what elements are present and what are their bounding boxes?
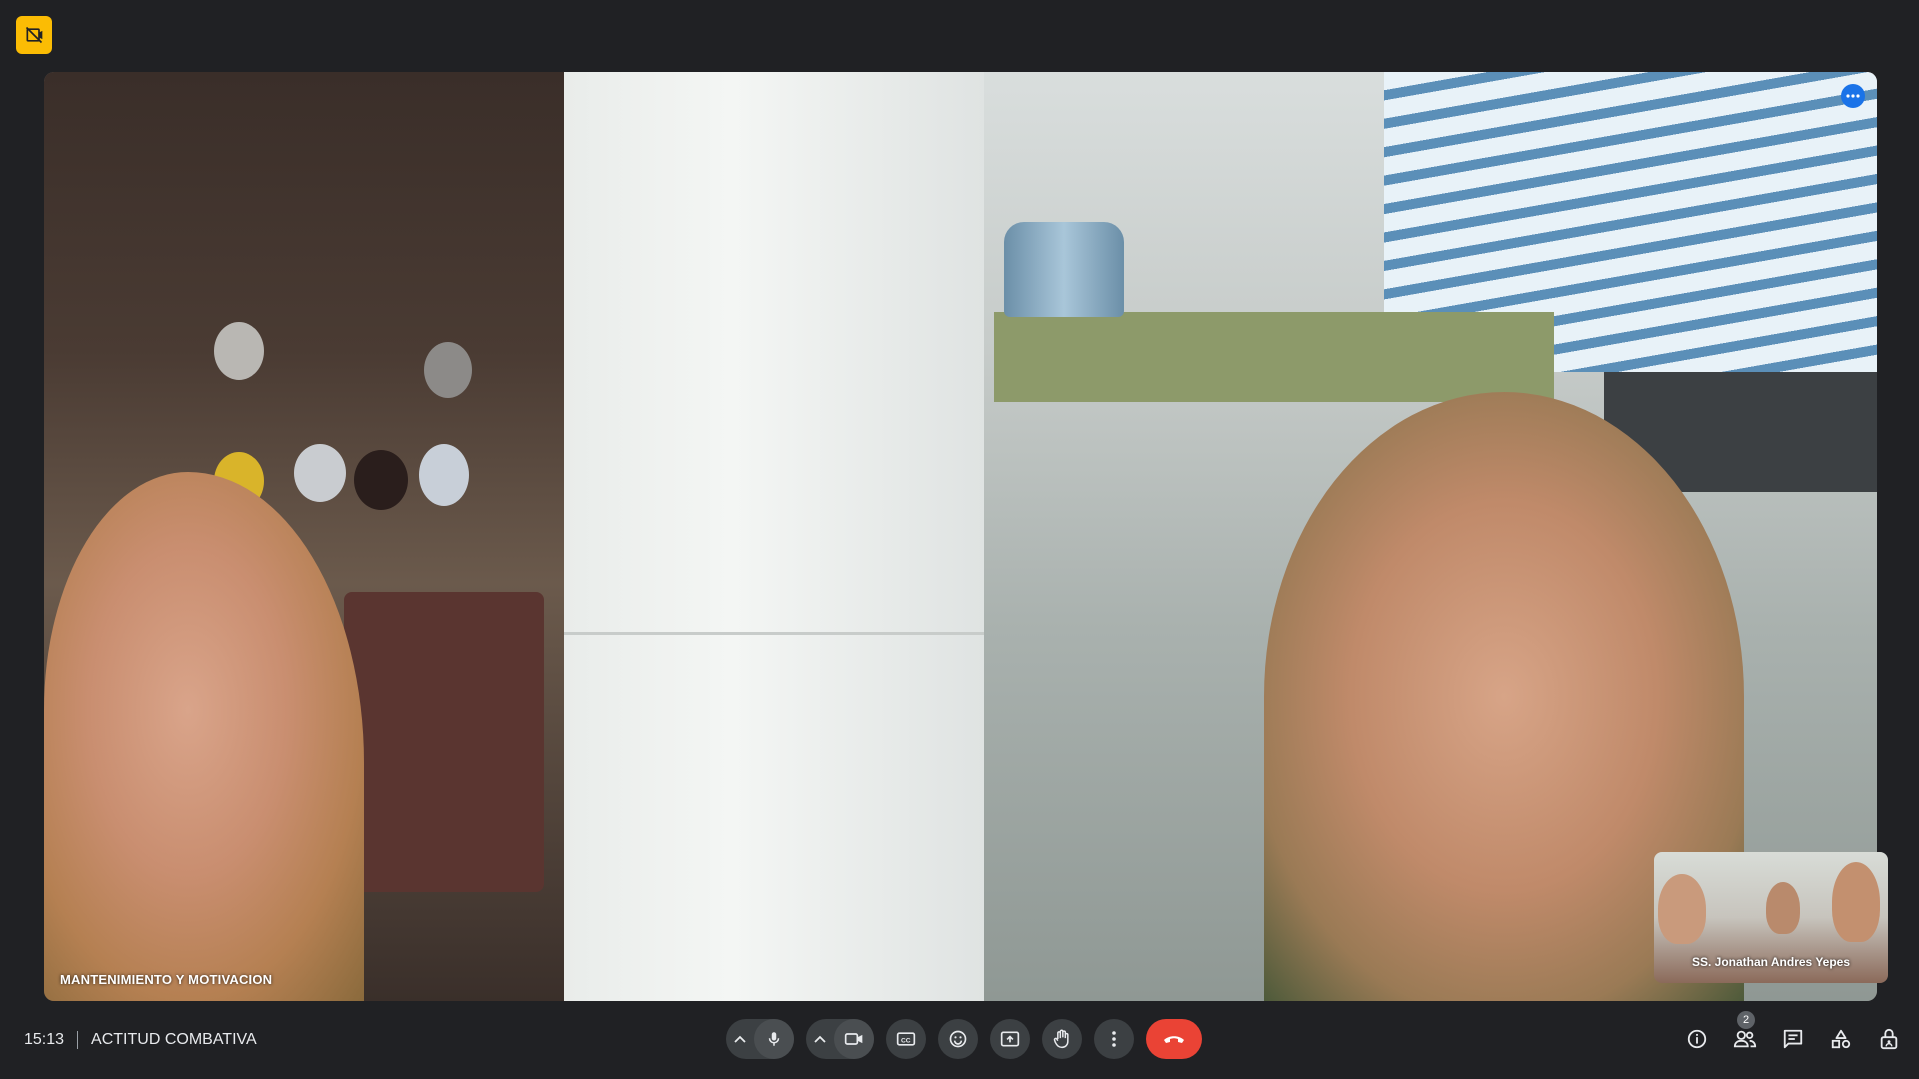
main-participant-name: MANTENIMIENTO Y MOTIVACION — [60, 972, 273, 987]
video-cubicle-panel — [994, 312, 1554, 402]
camera-control-group — [806, 1019, 874, 1059]
self-view-name: SS. Jonathan Andres Yepes — [1691, 955, 1851, 969]
more-options-icon — [1846, 94, 1860, 98]
svg-text:CC: CC — [901, 1037, 911, 1044]
call-controls: CC — [726, 1019, 1202, 1059]
chevron-up-icon — [734, 1035, 746, 1043]
pillar-seam — [564, 632, 984, 635]
more-vert-icon — [1112, 1031, 1116, 1047]
participant-count-badge: 2 — [1737, 1011, 1755, 1029]
meeting-title: ACTITUD COMBATIVA — [91, 1031, 257, 1048]
captions-icon: CC — [896, 1031, 916, 1047]
activities-icon — [1830, 1028, 1852, 1050]
video-balloon — [419, 444, 469, 506]
pip-face — [1658, 874, 1706, 944]
recording-indicator[interactable] — [16, 16, 52, 54]
divider — [77, 1031, 79, 1049]
mic-control-group — [726, 1019, 794, 1059]
microphone-button[interactable] — [754, 1019, 794, 1059]
info-icon — [1686, 1028, 1708, 1050]
emoji-reaction-button[interactable] — [938, 1019, 978, 1059]
present-screen-icon — [1000, 1030, 1020, 1048]
chevron-up-icon — [814, 1035, 826, 1043]
video-background-pillar — [564, 72, 984, 1001]
raise-hand-button[interactable] — [1042, 1019, 1082, 1059]
tile-more-options-button[interactable] — [1841, 84, 1865, 108]
video-balloon — [424, 342, 472, 398]
present-screen-button[interactable] — [990, 1019, 1030, 1059]
recording-off-icon — [24, 25, 44, 45]
emoji-icon — [948, 1029, 968, 1049]
more-options-button[interactable] — [1094, 1019, 1134, 1059]
chat-button[interactable] — [1769, 1015, 1817, 1063]
chat-icon — [1782, 1028, 1804, 1050]
bottom-toolbar: 15:13 ACTITUD COMBATIVA CC 2 — [0, 1001, 1919, 1079]
raise-hand-icon — [1052, 1028, 1072, 1050]
leave-call-button[interactable] — [1146, 1019, 1202, 1059]
video-balloon — [214, 322, 264, 380]
people-button[interactable]: 2 — [1721, 1011, 1769, 1063]
host-controls-icon — [1878, 1027, 1900, 1051]
activities-button[interactable] — [1817, 1015, 1865, 1063]
host-controls-button[interactable] — [1865, 1015, 1913, 1063]
video-balloon — [294, 444, 346, 502]
meeting-time: 15:13 — [24, 1031, 65, 1048]
meeting-info: 15:13 ACTITUD COMBATIVA — [24, 1031, 257, 1049]
self-view-tile[interactable]: SS. Jonathan Andres Yepes — [1654, 852, 1888, 983]
hang-up-icon — [1162, 1033, 1186, 1045]
camera-icon — [844, 1031, 864, 1047]
camera-button[interactable] — [834, 1019, 874, 1059]
video-balloon — [354, 450, 408, 510]
captions-button[interactable]: CC — [886, 1019, 926, 1059]
video-settings-button[interactable] — [806, 1019, 834, 1059]
meeting-details-button[interactable] — [1673, 1015, 1721, 1063]
people-icon — [1733, 1029, 1757, 1049]
video-water-jug — [1004, 222, 1124, 317]
pip-face — [1832, 862, 1880, 942]
side-panel-controls: 2 — [1673, 1011, 1913, 1063]
main-video-tile: MANTENIMIENTO Y MOTIVACION — [44, 72, 1877, 1001]
pip-face — [1766, 882, 1800, 934]
video-chair — [344, 592, 544, 892]
audio-settings-button[interactable] — [726, 1019, 754, 1059]
microphone-icon — [765, 1030, 783, 1048]
